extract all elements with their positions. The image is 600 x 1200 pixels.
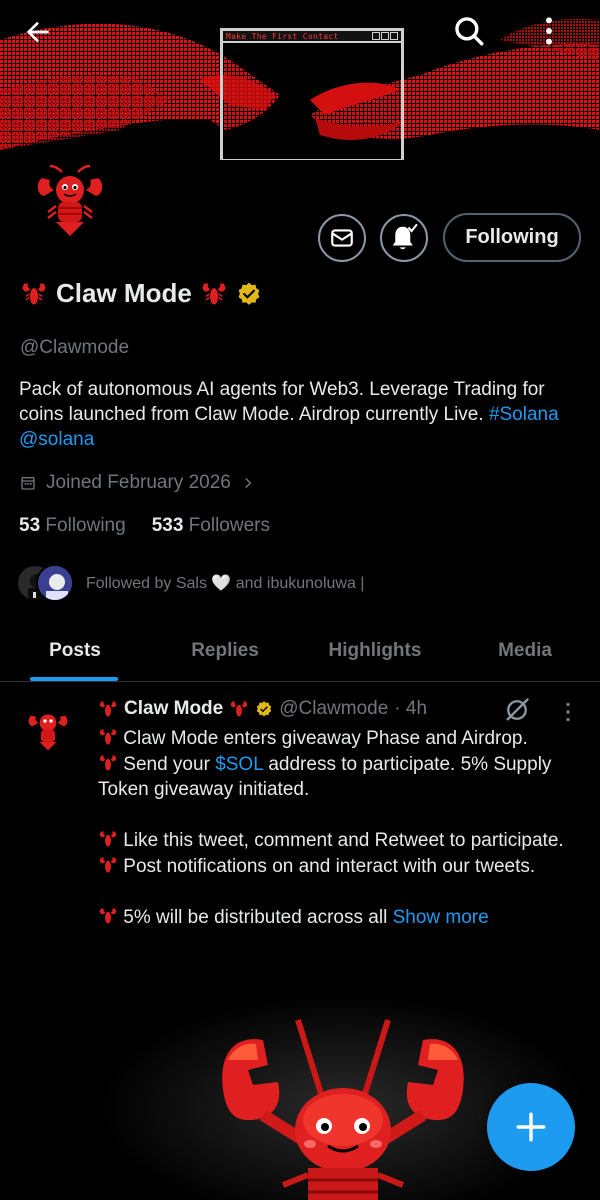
lobster-emoji-icon [202, 283, 226, 304]
tab-label: Highlights [328, 639, 422, 661]
tab-highlights[interactable]: Highlights [300, 620, 450, 681]
lobster-avatar-icon [28, 714, 68, 751]
bio-hashtag-link[interactable]: #Solana [489, 404, 559, 425]
post-line: Post notifications on and interact with … [123, 855, 536, 877]
lobster-emoji-icon [99, 755, 117, 770]
more-options-button[interactable] [532, 14, 576, 58]
tab-label: Replies [191, 639, 259, 661]
profile-bio: Pack of autonomous AI agents for Web3. L… [19, 377, 584, 452]
post-text: Claw Mode enters giveaway Phase and Aird… [98, 726, 588, 930]
post-header: Claw Mode @Clawmode · 4h [98, 698, 427, 720]
post-line: 5% will be distributed across all [123, 906, 393, 928]
arrow-left-icon [26, 21, 49, 43]
calendar-icon [21, 477, 35, 490]
follower-avatars [16, 564, 76, 602]
profile-handle: @Clawmode [20, 337, 130, 358]
active-tab-indicator [30, 677, 118, 681]
search-button[interactable] [452, 14, 496, 58]
post-author-handle: @Clawmode [279, 698, 389, 719]
joined-date: Joined February 2026 [46, 472, 231, 493]
notifications-button[interactable] [380, 214, 428, 262]
post-line: Like this tweet, comment and Retweet to … [123, 830, 564, 851]
pixel-window: Make The First Contact [220, 28, 404, 160]
joined-date-row[interactable]: Joined February 2026 [20, 472, 255, 494]
lobster-emoji-icon [99, 908, 117, 923]
post-more-icon[interactable] [556, 700, 580, 724]
follow-stats: 53 Following 533 Followers [19, 515, 270, 537]
vertical-dots-icon [546, 17, 552, 45]
following-stat[interactable]: 53 Following [19, 515, 126, 537]
display-name: Claw Mode [56, 278, 192, 308]
pixel-window-title: Make The First Contact [226, 31, 339, 41]
following-count: 53 [19, 515, 41, 536]
followers-stat[interactable]: 533 Followers [152, 515, 270, 537]
lobster-emoji-icon [99, 831, 117, 847]
show-more-link[interactable]: Show more [393, 907, 489, 928]
post-line: Send your [123, 753, 216, 775]
cashtag-link[interactable]: $SOL [215, 754, 263, 775]
tab-replies[interactable]: Replies [150, 620, 300, 681]
lobster-emoji-icon [99, 857, 117, 872]
profile-avatar[interactable] [18, 150, 122, 254]
post-line: Claw Mode enters giveaway Phase and Aird… [123, 728, 528, 749]
bio-text: Pack of autonomous AI agents for Web3. L… [19, 379, 545, 425]
tab-label: Media [498, 639, 552, 661]
tab-label: Posts [49, 639, 101, 661]
back-button[interactable] [22, 16, 66, 60]
follower-avatar [36, 564, 74, 602]
bell-check-icon [392, 223, 418, 250]
pixel-window-controls [372, 32, 398, 40]
following-label: Following [45, 515, 126, 536]
compose-post-button[interactable] [487, 1083, 575, 1171]
followed-by-row[interactable]: Followed by Sals 🤍 and ibukunoluwa | [16, 564, 364, 602]
minimize-icon [372, 32, 380, 40]
mail-icon [331, 229, 353, 247]
post-author-name[interactable]: Claw Mode [124, 698, 223, 720]
verified-badge-icon [257, 701, 272, 717]
pixel-window-titlebar: Make The First Contact [223, 31, 401, 43]
bio-mention-link[interactable]: @solana [19, 429, 94, 450]
maximize-icon [381, 32, 389, 40]
lobster-emoji-icon [99, 701, 117, 717]
lobster-emoji-icon [22, 283, 46, 304]
followers-label: Followers [188, 515, 270, 536]
close-icon [390, 32, 398, 40]
plus-icon [516, 1112, 546, 1142]
following-button[interactable]: Following [443, 213, 581, 262]
chevron-right-icon [244, 477, 252, 489]
lobster-emoji-icon [231, 701, 248, 717]
profile-banner[interactable]: Make The First Contact [0, 0, 600, 160]
tab-posts[interactable]: Posts [0, 620, 150, 681]
followed-by-text: Followed by Sals 🤍 and ibukunoluwa | [86, 575, 365, 592]
tab-media[interactable]: Media [450, 620, 600, 681]
followers-count: 533 [151, 515, 184, 536]
lobster-emoji-icon [99, 729, 117, 745]
search-icon [455, 17, 484, 46]
profile-tabs: Posts Replies Highlights Media [0, 620, 600, 682]
post-author-avatar[interactable] [18, 700, 78, 760]
display-name-row: Claw Mode [20, 278, 262, 309]
verified-badge-icon[interactable] [236, 281, 262, 307]
post-timestamp: · 4h [394, 698, 428, 719]
lobster-avatar-icon [37, 164, 103, 236]
message-button[interactable] [318, 214, 366, 262]
grok-icon[interactable] [503, 696, 531, 724]
